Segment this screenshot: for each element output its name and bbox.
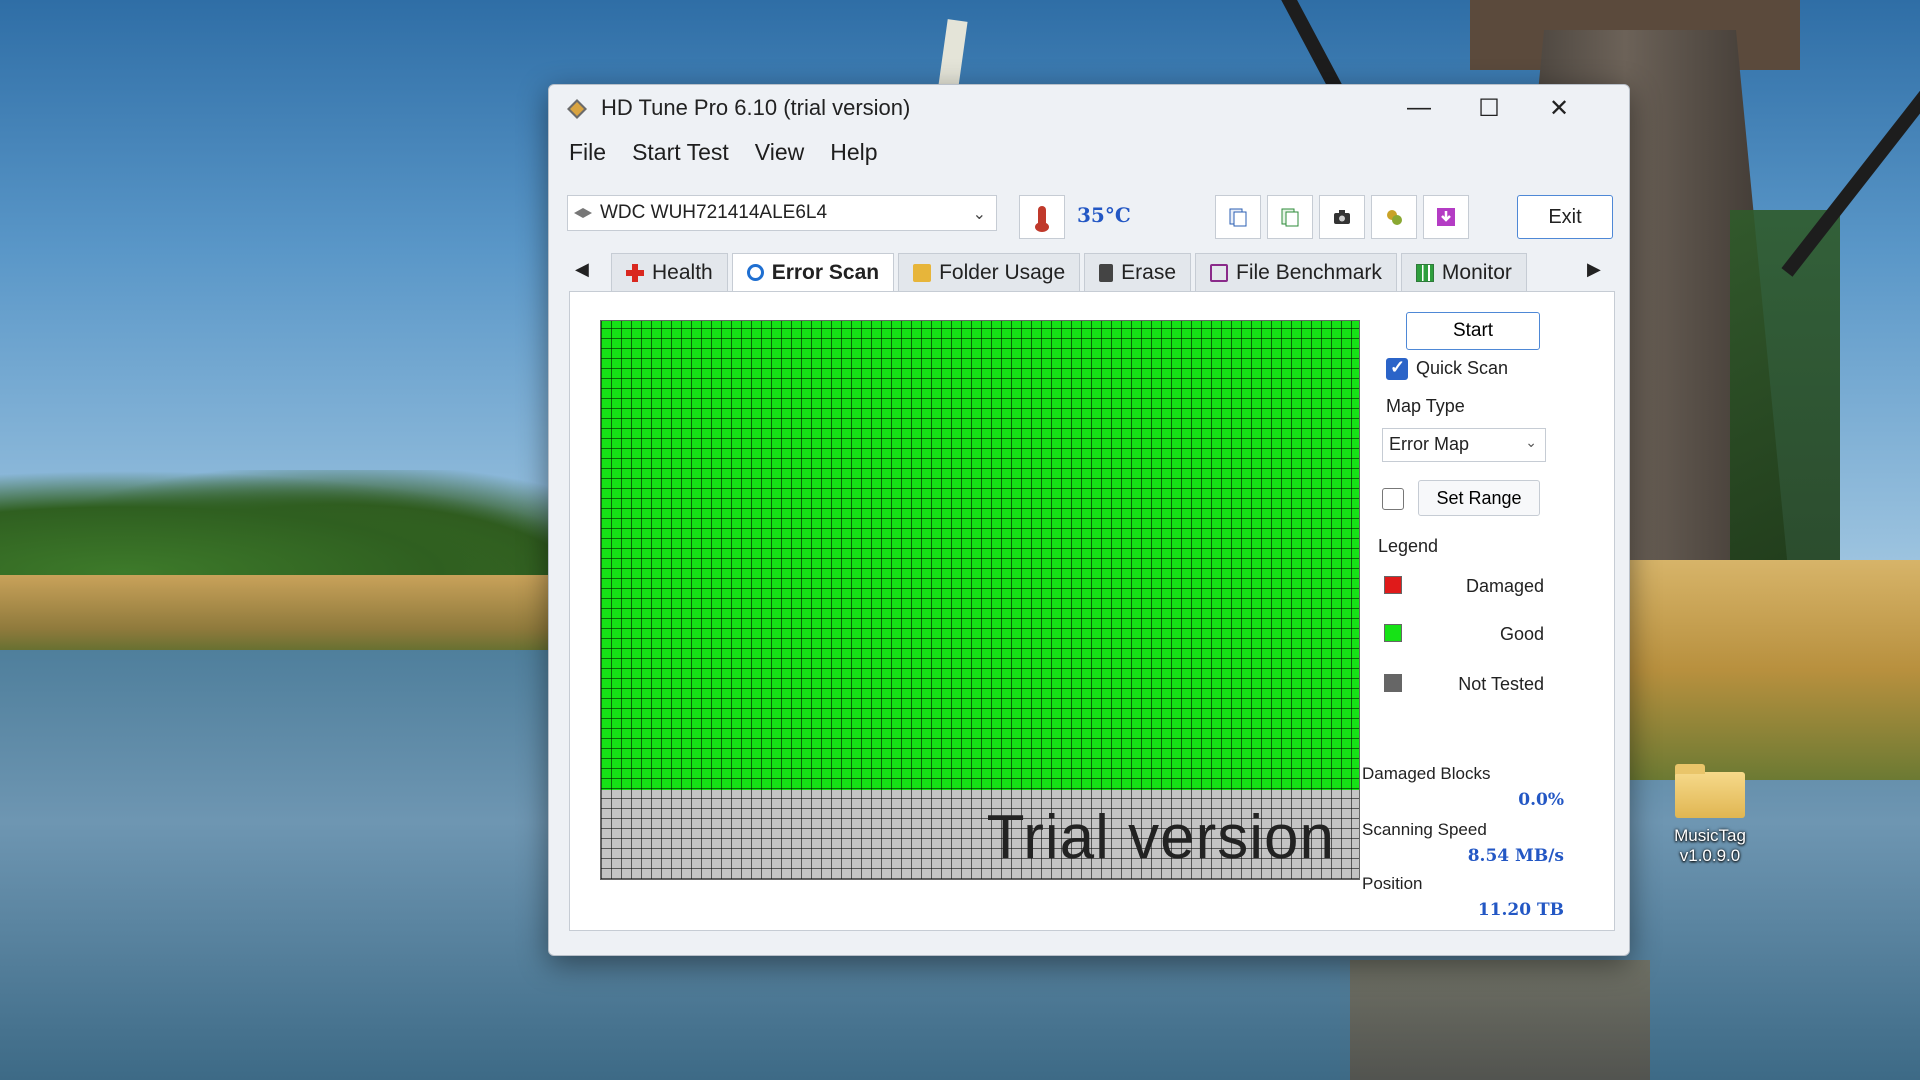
monitor-icon [1415, 263, 1434, 282]
temperature-value: 35°C [1077, 203, 1131, 227]
tab-scroll-right-icon[interactable]: ▶ [1587, 259, 1601, 280]
error-scan-panel: Trial version Start Quick Scan Map Type … [569, 291, 1615, 931]
position-label: Position [1362, 874, 1423, 893]
window-title: HD Tune Pro 6.10 (trial version) [601, 95, 911, 120]
tab-health[interactable]: Health [611, 253, 728, 291]
download-icon [1437, 208, 1455, 226]
legend-label-text: Damaged [1465, 576, 1544, 596]
error-map: Trial version [600, 320, 1360, 880]
tab-monitor[interactable]: Monitor [1400, 253, 1527, 291]
quick-scan-label: Quick Scan [1416, 358, 1509, 378]
close-button[interactable]: ✕ [1529, 85, 1589, 131]
save-info-button[interactable] [1267, 195, 1313, 239]
damaged-blocks-label: Damaged Blocks [1362, 764, 1491, 783]
options-icon [1387, 210, 1402, 225]
legend-label-text: Not Tested [1458, 674, 1544, 694]
search-icon [746, 264, 764, 281]
benchmark-icon [1210, 263, 1229, 282]
menu-start-test[interactable]: Start Test [622, 137, 739, 171]
copy-info-icon [1229, 208, 1247, 227]
tab-label: File Benchmark [1236, 260, 1382, 284]
tab-label: Monitor [1441, 260, 1512, 284]
chevron-down-icon: ⌄ [1525, 434, 1537, 450]
screenshot-button[interactable] [1319, 195, 1365, 239]
title-bar[interactable]: HD Tune Pro 6.10 (trial version) — ☐ ✕ [549, 85, 1629, 133]
scanning-speed-value: 8.54 MB/s [1467, 846, 1564, 866]
options-button[interactable] [1371, 195, 1417, 239]
map-type-select[interactable]: Error Map ⌄ [1382, 428, 1546, 462]
tab-bar: ◀ Health Error Scan Folder Usage Erase F… [569, 253, 1615, 293]
map-type-value: Error Map [1389, 434, 1470, 454]
quick-scan-checkbox[interactable] [1386, 357, 1408, 380]
hdtune-window: HD Tune Pro 6.10 (trial version) — ☐ ✕ F… [548, 84, 1630, 956]
legend-label-text: Good [1499, 624, 1544, 644]
menu-file[interactable]: File [559, 137, 616, 171]
drive-select[interactable]: WDC WUH721414ALE6L4 ⌄ [567, 195, 997, 231]
scanning-speed-label: Scanning Speed [1362, 820, 1487, 839]
damaged-blocks-value: 0.0% [1518, 790, 1564, 810]
maximize-button[interactable]: ☐ [1459, 85, 1519, 131]
map-type-label: Map Type [1386, 396, 1465, 416]
tab-folder-usage[interactable]: Folder Usage [898, 253, 1081, 291]
screenshot-icon [1334, 210, 1350, 224]
tab-list: Health Error Scan Folder Usage Erase Fil… [611, 253, 1531, 291]
menu-view[interactable]: View [745, 137, 814, 171]
tab-label: Erase [1121, 260, 1177, 284]
toolbar: WDC WUH721414ALE6L4 ⌄ 35°C Exit [567, 195, 1613, 241]
start-button[interactable]: Start [1406, 312, 1540, 350]
set-range-button[interactable]: Set Range [1418, 480, 1540, 516]
save-info-icon [1281, 208, 1299, 227]
tab-label: Folder Usage [939, 260, 1066, 284]
menu-help[interactable]: Help [820, 137, 887, 171]
legend-label: Legend [1378, 536, 1439, 556]
position-value: 11.20 TB [1477, 900, 1564, 920]
legend-swatch [1384, 674, 1402, 692]
legend-swatch [1384, 576, 1402, 594]
windmill-reflection [1350, 960, 1650, 1080]
map-grid [601, 321, 1359, 879]
tab-error-scan[interactable]: Error Scan [731, 253, 895, 291]
drive-name: WDC WUH721414ALE6L4 [600, 202, 828, 223]
tab-erase[interactable]: Erase [1084, 253, 1192, 291]
drive-icon [574, 208, 592, 218]
desktop-icon-label: MusicTag v1.0.9.0 [1674, 826, 1746, 865]
chevron-down-icon: ⌄ [972, 206, 986, 223]
legend-item-good: Good [1382, 622, 1546, 646]
menu-bar: File Start Test View Help [559, 137, 888, 171]
health-icon [626, 263, 644, 282]
wallpaper-reeds-right [1580, 560, 1920, 780]
folder-icon [1675, 764, 1745, 818]
copy-info-button[interactable] [1215, 195, 1261, 239]
tab-scroll-left-icon[interactable]: ◀ [575, 259, 589, 280]
tab-label: Health [652, 260, 713, 284]
thermometer-icon [1035, 206, 1049, 232]
desktop-icon-musictag[interactable]: MusicTag v1.0.9.0 [1650, 764, 1770, 866]
download-button[interactable] [1423, 195, 1469, 239]
trial-watermark: Trial version [986, 803, 1335, 872]
erase-icon [1099, 263, 1114, 282]
tab-label: Error Scan [771, 260, 880, 284]
temperature-indicator [1019, 195, 1065, 239]
legend-item-damaged: Damaged [1382, 574, 1546, 598]
exit-button[interactable]: Exit [1517, 195, 1613, 239]
legend-item-not-tested: Not Tested [1382, 672, 1546, 696]
tab-file-benchmark[interactable]: File Benchmark [1195, 253, 1397, 291]
app-icon [567, 99, 587, 119]
set-range-checkbox[interactable] [1382, 488, 1404, 510]
folder-icon [913, 263, 932, 282]
legend-swatch [1384, 624, 1402, 642]
minimize-button[interactable]: — [1389, 85, 1449, 131]
